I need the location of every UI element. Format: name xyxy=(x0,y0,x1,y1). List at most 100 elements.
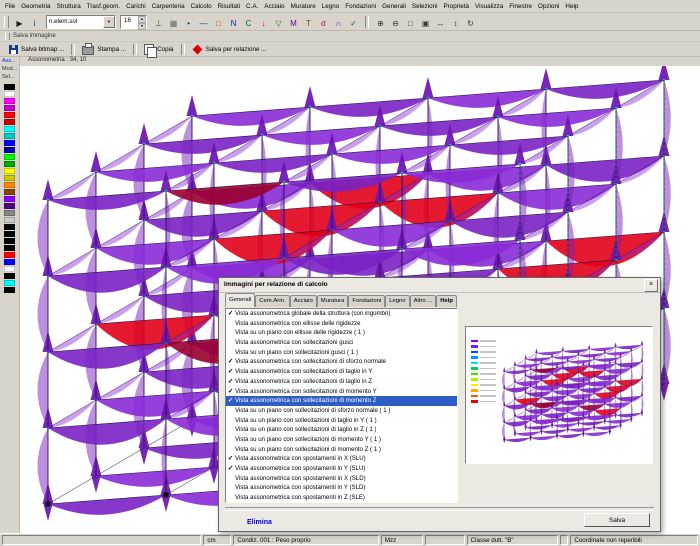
close-icon[interactable]: × xyxy=(644,279,658,292)
tab-legno[interactable]: Legno xyxy=(385,295,409,307)
shell-icon[interactable]: □ xyxy=(211,17,226,30)
menu-trasfgeom[interactable]: Trasf.geom. xyxy=(84,3,123,10)
list-item[interactable]: Vista su un piano con sollecitazioni di … xyxy=(226,445,457,455)
zoom-out-icon[interactable]: ⊖ xyxy=(388,17,403,30)
palette-swatch[interactable] xyxy=(4,266,15,272)
spinner-arrows[interactable]: ▲▼ xyxy=(138,16,146,28)
menu-file[interactable]: File xyxy=(2,3,18,10)
text-size-spinner[interactable]: 16 ▲▼ xyxy=(120,15,147,29)
list-item[interactable]: ✓Vista assonometrica con sollecitazioni … xyxy=(226,367,457,377)
palette-swatch[interactable] xyxy=(4,140,15,146)
menu-carichi[interactable]: Carichi xyxy=(123,3,149,10)
tab-cemarm[interactable]: Cem.Arm. xyxy=(255,295,290,307)
axes-icon[interactable]: ⊥ xyxy=(151,17,166,30)
list-item[interactable]: Vista assonometrica con ellisse delle ri… xyxy=(226,319,457,329)
panel-tab-mod[interactable]: Mod... xyxy=(0,65,19,73)
chevron-down-icon[interactable]: ▼ xyxy=(103,16,115,28)
image-list[interactable]: ✓Vista assonometrica globale della strut… xyxy=(225,308,458,503)
zoom-window-icon[interactable]: □ xyxy=(403,17,418,30)
list-item[interactable]: Vista su un piano con sollecitazioni di … xyxy=(226,416,457,426)
zoom-extents-icon[interactable]: ▣ xyxy=(418,17,433,30)
menu-acciaio[interactable]: Acciaio xyxy=(261,3,287,10)
list-item[interactable]: ✓Vista assonometrica con spostamenti in … xyxy=(226,464,457,474)
menu-selezioni[interactable]: Selezioni xyxy=(409,3,441,10)
list-item[interactable]: Vista assonometrica con spostamenti in Z… xyxy=(226,493,457,503)
menu-finestre[interactable]: Finestre xyxy=(506,3,535,10)
menu-visualizza[interactable]: Visualizza xyxy=(472,3,506,10)
menu-ca[interactable]: C.A. xyxy=(243,3,261,10)
menu-geometria[interactable]: Geometria xyxy=(18,3,53,10)
stampa-button[interactable]: Stampa ... xyxy=(77,43,131,56)
tab-altro[interactable]: Altro ... xyxy=(410,295,437,307)
palette-swatch[interactable] xyxy=(4,189,15,195)
shear-icon[interactable]: T xyxy=(301,17,316,30)
list-item[interactable]: ✓Vista assonometrica con spostamenti in … xyxy=(226,454,457,464)
palette-swatch[interactable] xyxy=(4,217,15,223)
palette-swatch[interactable] xyxy=(4,154,15,160)
palette-swatch[interactable] xyxy=(4,252,15,258)
tab-acciaio[interactable]: Acciaio xyxy=(290,295,317,307)
menu-fondazioni[interactable]: Fondazioni xyxy=(342,3,379,10)
panel-tab-ass[interactable]: Ass... xyxy=(0,57,19,65)
mesh-icon[interactable]: ▦ xyxy=(166,17,181,30)
tab-fondazioni[interactable]: Fondazioni xyxy=(348,295,385,307)
rotate-view-icon[interactable]: ↻ xyxy=(463,17,478,30)
copia-button[interactable]: Copia xyxy=(139,43,178,56)
palette-swatch[interactable] xyxy=(4,273,15,279)
palette-swatch[interactable] xyxy=(4,105,15,111)
menu-struttura[interactable]: Struttura xyxy=(54,3,84,10)
menu-murature[interactable]: Murature xyxy=(288,3,319,10)
loads-icon[interactable]: ↓ xyxy=(256,17,271,30)
palette-swatch[interactable] xyxy=(4,175,15,181)
pan-vertical-icon[interactable]: ↕ xyxy=(448,17,463,30)
toolbar-grip[interactable] xyxy=(4,16,9,28)
check-results-icon[interactable]: ✓ xyxy=(346,17,361,30)
list-item[interactable]: ✓Vista assonometrica con sollecitazioni … xyxy=(226,387,457,397)
supports-icon[interactable]: ▽ xyxy=(271,17,286,30)
stress-icon[interactable]: σ xyxy=(316,17,331,30)
palette-swatch[interactable] xyxy=(4,203,15,209)
menu-propriet[interactable]: Proprietà xyxy=(440,3,472,10)
beam-icon[interactable]: — xyxy=(196,17,211,30)
pan-horizontal-icon[interactable]: ↔ xyxy=(433,17,448,30)
numbering-icon[interactable]: N xyxy=(226,17,241,30)
palette-swatch[interactable] xyxy=(4,161,15,167)
palette-swatch[interactable] xyxy=(4,238,15,244)
salva-button[interactable]: Salva xyxy=(584,513,650,527)
palette-swatch[interactable] xyxy=(4,119,15,125)
panel-tab-sel[interactable]: Sel... xyxy=(0,73,19,81)
palette-swatch[interactable] xyxy=(4,147,15,153)
menu-risultati[interactable]: Risultati xyxy=(215,3,243,10)
list-item[interactable]: Vista su un piano con sollecitazioni gus… xyxy=(226,348,457,358)
list-item[interactable]: Vista su un piano con sollecitazioni di … xyxy=(226,406,457,416)
palette-swatch[interactable] xyxy=(4,287,15,293)
moment-icon[interactable]: M xyxy=(286,17,301,30)
select-pointer-icon[interactable]: ▶ xyxy=(12,17,27,30)
menu-legno[interactable]: Legno xyxy=(319,3,343,10)
palette-swatch[interactable] xyxy=(4,224,15,230)
list-item[interactable]: ✓Vista assonometrica con sollecitazioni … xyxy=(226,396,457,406)
zoom-in-icon[interactable]: ⊕ xyxy=(373,17,388,30)
list-item[interactable]: Vista su un piano con sollecitazioni di … xyxy=(226,425,457,435)
palette-swatch[interactable] xyxy=(4,91,15,97)
elimina-button[interactable]: Elimina xyxy=(247,519,272,526)
tab-generali[interactable]: Generali xyxy=(225,293,255,307)
element-display-combo[interactable]: n.elem.sol ▼ xyxy=(46,15,116,29)
diagram-icon[interactable]: ∩ xyxy=(331,17,346,30)
list-item[interactable]: ✓Vista assonometrica globale della strut… xyxy=(226,309,457,319)
palette-swatch[interactable] xyxy=(4,112,15,118)
list-item[interactable]: Vista su un piano con ellisse delle rigi… xyxy=(226,328,457,338)
list-item[interactable]: Vista assonometrica con spostamenti in Y… xyxy=(226,483,457,493)
palette-swatch[interactable] xyxy=(4,231,15,237)
list-item[interactable]: Vista su un piano con sollecitazioni di … xyxy=(226,435,457,445)
info-icon[interactable]: i xyxy=(27,17,42,30)
menu-opzioni[interactable]: Opzioni xyxy=(535,3,562,10)
palette-swatch[interactable] xyxy=(4,84,15,90)
salva-bitmap-button[interactable]: Salva bitmap ... xyxy=(4,43,69,56)
menu-calcolo[interactable]: Calcolo xyxy=(188,3,215,10)
dialog-title-bar[interactable]: Immagini per relazione di calcolo × xyxy=(219,278,660,293)
palette-swatch[interactable] xyxy=(4,259,15,265)
node-icon[interactable]: • xyxy=(181,17,196,30)
list-item[interactable]: ✓Vista assonometrica con sollecitazioni … xyxy=(226,377,457,387)
list-item[interactable]: Vista assonometrica con spostamenti in X… xyxy=(226,474,457,484)
